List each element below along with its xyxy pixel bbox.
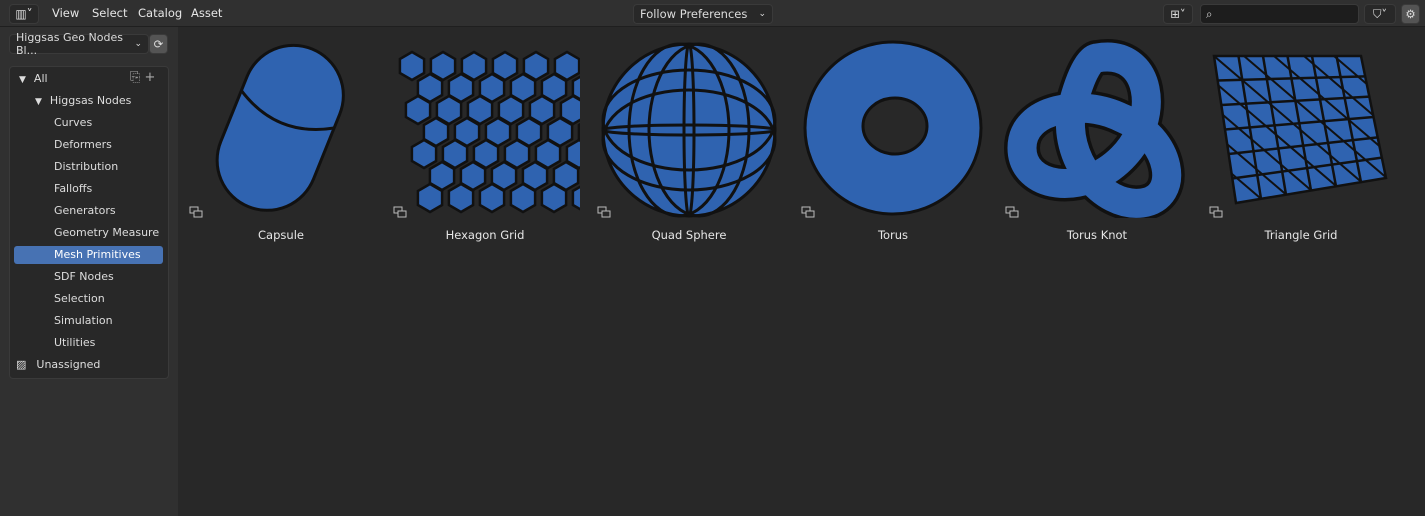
catalog-item-deformers[interactable]: Deformers: [54, 136, 112, 154]
expand-triangle-icon[interactable]: ▼: [19, 75, 26, 85]
catalog-item-geometry-measure[interactable]: Geometry Measure: [54, 224, 159, 242]
catalog-label: Unassigned: [36, 358, 101, 371]
catalog-label: SDF Nodes: [54, 270, 114, 283]
asset-name: Torus: [877, 228, 909, 242]
asset-name: Capsule: [258, 228, 304, 242]
refresh-library-button[interactable]: ⟳: [149, 34, 168, 54]
asset-item-capsule[interactable]: Capsule: [186, 38, 376, 248]
catalog-item-unassigned[interactable]: ▨ Unassigned: [16, 356, 100, 374]
catalog-item-higgsas-nodes[interactable]: ▼ Higgsas Nodes: [35, 92, 131, 110]
asset-thumbnail: [1212, 54, 1388, 205]
add-catalog-button[interactable]: ⎘ +: [130, 70, 155, 85]
catalog-label: Simulation: [54, 314, 113, 327]
node-group-icon: [597, 206, 611, 218]
asset-browser-icon: ▥˅: [15, 7, 33, 21]
menu-select[interactable]: Select: [92, 6, 127, 20]
grid-icon: ⊞˅: [1170, 7, 1186, 21]
catalog-label: All: [33, 72, 48, 85]
node-group-icon: [393, 206, 407, 218]
node-group-icon: [189, 206, 203, 218]
catalog-label: Geometry Measure: [54, 226, 160, 239]
asset-item-hexgrid[interactable]: Hexagon Grid: [390, 38, 580, 248]
catalog-item-all[interactable]: ▼ All: [19, 70, 48, 88]
search-field[interactable]: ⌕: [1200, 4, 1359, 24]
asset-name: Quad Sphere: [651, 228, 727, 242]
catalog-item-falloffs[interactable]: Falloffs: [54, 180, 92, 198]
asset-item-knot[interactable]: Torus Knot: [1002, 38, 1192, 248]
editor-type-button[interactable]: ▥˅: [9, 4, 39, 24]
asset-thumbnail: [215, 43, 345, 212]
node-group-icon: [1005, 206, 1019, 218]
new-catalog-icon: ⎘ +: [130, 70, 156, 85]
node-group-icon: [801, 206, 815, 218]
asset-item-sphere[interactable]: Quad Sphere: [594, 38, 784, 248]
catalog-label: Distribution: [54, 160, 119, 173]
catalog-label: Curves: [54, 116, 93, 129]
chevron-down-icon: ⌄: [134, 39, 142, 49]
import-method-value: Follow Preferences: [640, 7, 748, 21]
filter-icon: ⛉˅: [1372, 6, 1388, 21]
filter-button[interactable]: ⛉˅: [1364, 4, 1396, 24]
asset-name: Hexagon Grid: [445, 228, 525, 242]
asset-thumbnail: [803, 40, 983, 216]
catalog-item-simulation[interactable]: Simulation: [54, 312, 113, 330]
library-dropdown[interactable]: Higgsas Geo Nodes Bl... ⌄: [9, 31, 149, 57]
unassigned-catalog-icon: ▨: [16, 358, 27, 371]
catalog-label: Selection: [54, 292, 105, 305]
sidebar: Higgsas Geo Nodes Bl... ⌄ ⟳ ▼ All ▼ Higgsas …: [0, 27, 178, 516]
search-input[interactable]: [1212, 6, 1343, 22]
catalog-label: Mesh Primitives: [54, 248, 141, 261]
catalog-label: Falloffs: [54, 182, 93, 195]
catalog-item-generators[interactable]: Generators: [54, 202, 116, 220]
catalog-tree: ▼ All ▼ Higgsas Nodes Curves Deformers Distrib…: [9, 66, 169, 379]
chevron-down-icon: ⌄: [758, 9, 766, 19]
expand-triangle-icon[interactable]: ▼: [35, 97, 42, 107]
catalog-item-selection[interactable]: Selection: [54, 290, 105, 308]
catalog-item-distribution[interactable]: Distribution: [54, 158, 118, 176]
asset-name: Triangle Grid: [1264, 228, 1338, 242]
asset-item-torus[interactable]: Torus: [798, 38, 988, 248]
gear-icon: ⚙: [1405, 7, 1416, 21]
catalog-label: Utilities: [54, 336, 96, 349]
asset-thumbnail: [1003, 39, 1185, 218]
import-method-dropdown[interactable]: Follow Preferences ⌄: [633, 4, 773, 24]
catalog-item-mesh-primitives[interactable]: Mesh Primitives: [14, 246, 163, 264]
catalog-item-curves[interactable]: Curves: [54, 114, 92, 132]
library-value: Higgsas Geo Nodes Bl...: [16, 31, 123, 57]
refresh-icon: ⟳: [153, 37, 164, 51]
asset-thumbnail: [398, 50, 580, 214]
asset-name: Torus Knot: [1066, 228, 1128, 242]
menu-view[interactable]: View: [52, 6, 79, 20]
catalog-label: Generators: [54, 204, 116, 217]
menu-asset[interactable]: Asset: [191, 6, 222, 20]
asset-thumbnail: [601, 42, 777, 218]
menu-catalog[interactable]: Catalog: [138, 6, 182, 20]
catalog-item-sdf-nodes[interactable]: SDF Nodes: [54, 268, 114, 286]
asset-item-trigrid[interactable]: Triangle Grid: [1206, 38, 1396, 248]
display-mode-button[interactable]: ⊞˅: [1163, 4, 1193, 24]
catalog-item-utilities[interactable]: Utilities: [54, 334, 95, 352]
settings-button[interactable]: ⚙: [1401, 4, 1420, 24]
header-bar: ▥˅ View Select Catalog Asset Follow Pref…: [0, 0, 1425, 27]
catalog-label: Higgsas Nodes: [49, 94, 132, 107]
node-group-icon: [1209, 206, 1223, 218]
catalog-label: Deformers: [54, 138, 112, 151]
